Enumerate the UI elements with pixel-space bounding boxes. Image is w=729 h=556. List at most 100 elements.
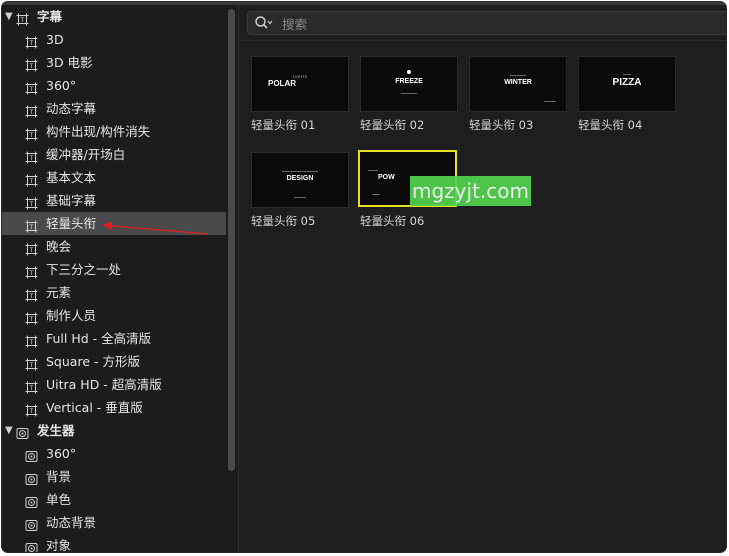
generator-icon [16, 424, 29, 439]
sidebar-item-label: 动态字幕 [46, 101, 97, 116]
title-thumbnail[interactable]: PIZZA [578, 56, 676, 112]
title-icon: T [25, 33, 38, 49]
title-icon: T [25, 355, 38, 371]
sidebar-item[interactable]: T 3D 电影 [2, 51, 226, 74]
sidebar-item-label: 3D [46, 32, 64, 47]
sidebar-item[interactable]: T 制作人员 [2, 304, 226, 327]
sidebar-item-label: Uitra HD - 超高清版 [46, 377, 162, 392]
svg-text:T: T [29, 316, 34, 323]
search-divider [239, 40, 726, 41]
sidebar-item[interactable]: T 基础字幕 [2, 189, 226, 212]
sidebar-item-label: 元素 [46, 285, 72, 300]
sidebar-item-label: 单色 [46, 492, 72, 507]
svg-text:T: T [29, 40, 34, 47]
sidebar-item[interactable]: 对象 [2, 534, 226, 552]
title-icon: T [25, 217, 38, 233]
svg-text:T: T [29, 224, 34, 231]
sidebar-item[interactable]: T Square - 方形版 [2, 350, 226, 373]
title-thumbnail[interactable]: DESIGN [251, 152, 349, 208]
sidebar-item[interactable]: 背景 [2, 465, 226, 488]
svg-text:T: T [29, 201, 34, 208]
svg-text:T: T [29, 155, 34, 162]
thumbnail-rule [368, 170, 378, 171]
sidebar-item[interactable]: T Uitra HD - 超高清版 [2, 373, 226, 396]
search-icon[interactable] [254, 15, 274, 31]
sidebar-item[interactable]: 动态背景 [2, 511, 226, 534]
sidebar-item-label: Square - 方形版 [46, 354, 140, 369]
svg-text:T: T [29, 63, 34, 70]
title-icon: T [25, 56, 38, 72]
sidebar-item[interactable]: T 构件出现/构件消失 [2, 120, 226, 143]
generator-icon [25, 447, 38, 462]
title-thumbnail[interactable]: FREEZE [360, 56, 458, 112]
sidebar-item[interactable]: T 3D [2, 28, 226, 51]
thumbnail-text: WINTER [504, 79, 532, 86]
thumbnail-rule [294, 197, 306, 198]
thumbnail-rule [401, 93, 417, 94]
sidebar-item-label: 晚会 [46, 239, 72, 254]
sidebar-item[interactable]: T 动态字幕 [2, 97, 226, 120]
sidebar-group-titles[interactable]: ▼ T 字幕 [2, 5, 226, 28]
title-icon: T [25, 401, 38, 417]
sidebar-item-label: 背景 [46, 469, 72, 484]
sidebar-item-label: 3D 电影 [46, 55, 93, 70]
title-icon: T [25, 263, 38, 279]
title-thumbnail[interactable]: WINTER [469, 56, 567, 112]
title-icon: T [16, 10, 29, 26]
sidebar-item[interactable]: T 缓冲器/开场白 [2, 143, 226, 166]
title-icon: T [25, 309, 38, 325]
tile-caption: 轻量头衔 03 [469, 118, 534, 132]
svg-text:T: T [29, 408, 34, 415]
sidebar-item[interactable]: T 晚会 [2, 235, 226, 258]
sidebar-item-label: 制作人员 [46, 308, 97, 323]
svg-text:T: T [29, 293, 34, 300]
title-icon: T [25, 240, 38, 256]
tile-caption: 轻量头衔 05 [251, 214, 316, 228]
disclosure-triangle-icon[interactable]: ▼ [5, 419, 15, 442]
svg-text:T: T [29, 362, 34, 369]
svg-text:T: T [29, 270, 34, 277]
tile-caption: 轻量头衔 04 [578, 118, 643, 132]
sidebar-scrollbar[interactable] [228, 9, 235, 549]
sidebar-item-label: 对象 [46, 538, 72, 552]
sidebar-item[interactable]: T Full Hd - 全高清版 [2, 327, 226, 350]
search-input[interactable] [280, 14, 704, 34]
category-list: ▼ T 字幕 T 3D T 3D 电影 T 360° T 动态字幕 T 构件出现/构件消失 T 缓冲器/开场… [2, 5, 226, 552]
sidebar-item-label: 360° [46, 446, 77, 461]
title-icon: T [25, 286, 38, 302]
disclosure-triangle-icon[interactable]: ▼ [5, 5, 15, 28]
watermark: mgzyjt.com [410, 176, 531, 206]
title-icon: T [25, 194, 38, 210]
sidebar-item[interactable]: 单色 [2, 488, 226, 511]
title-icon: T [25, 148, 38, 164]
sidebar-item-label: Vertical - 垂直版 [46, 400, 143, 415]
svg-text:T: T [29, 247, 34, 254]
title-icon: T [25, 79, 38, 95]
generator-icon [25, 539, 38, 552]
svg-text:T: T [29, 385, 34, 392]
sidebar-item[interactable]: T 基本文本 [2, 166, 226, 189]
sidebar-item-selected[interactable]: T 轻量头衔 [2, 212, 226, 235]
sidebar-item-label: 下三分之一处 [46, 262, 122, 277]
thumbnail-rule [623, 74, 631, 75]
app-window: ▼ T 字幕 T 3D T 3D 电影 T 360° T 动态字幕 T 构件出现/构件消失 T 缓冲器/开场… [2, 2, 726, 552]
generator-icon [25, 470, 38, 485]
thumbnail-rule [372, 194, 380, 195]
thumbnail-rule [510, 75, 526, 76]
thumbnail-text: FREEZE [395, 78, 423, 85]
svg-text:T: T [29, 109, 34, 116]
browser-sidebar: ▼ T 字幕 T 3D T 3D 电影 T 360° T 动态字幕 T 构件出现/构件消失 T 缓冲器/开场… [2, 5, 239, 552]
sidebar-item[interactable]: T 360° [2, 74, 226, 97]
search-field[interactable] [247, 11, 726, 35]
sidebar-item[interactable]: T 元素 [2, 281, 226, 304]
sidebar-item[interactable]: T 下三分之一处 [2, 258, 226, 281]
generator-icon [25, 493, 38, 508]
sidebar-item[interactable]: 360° [2, 442, 226, 465]
thumbnail-text: POLAR [268, 79, 296, 88]
svg-text:T: T [29, 178, 34, 185]
thumbnail-dot [407, 70, 411, 74]
title-thumbnail[interactable]: LIGHTS POLAR [251, 56, 349, 112]
sidebar-group-generators[interactable]: ▼ 发生器 [2, 419, 226, 442]
tile-caption: 轻量头衔 02 [360, 118, 425, 132]
sidebar-item[interactable]: T Vertical - 垂直版 [2, 396, 226, 419]
